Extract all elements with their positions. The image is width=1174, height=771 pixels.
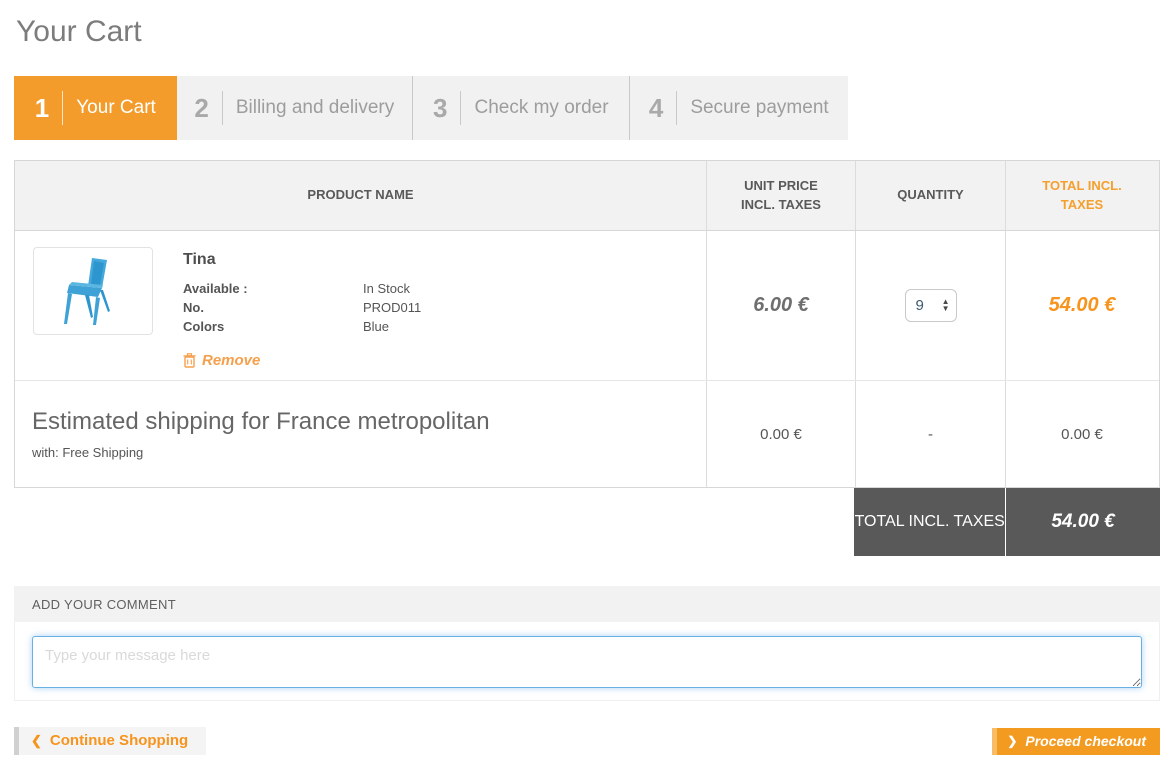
product-cell: Tina Available : In Stock No. PROD011 Co… [15,231,706,380]
step-check-order[interactable]: 3 Check my order [412,76,628,140]
proceed-checkout-label: Proceed checkout [1025,733,1146,749]
step-secure-payment[interactable]: 4 Secure payment [629,76,848,140]
unit-price-cell: 6.00 € [706,231,855,380]
cart-table-header: PRODUCT NAME UNIT PRICE INCL. TAXES QUAN… [15,161,1159,231]
remove-item-link[interactable]: Remove [183,352,260,369]
step-label: Check my order [474,97,608,119]
attribute-label: No. [183,298,363,317]
step-divider [222,91,223,125]
step-number: 2 [194,93,208,124]
grand-total-spacer [14,488,854,556]
unit-price-value: 6.00 € [753,294,809,317]
cart-page: Your Cart 1 Your Cart 2 Billing and deli… [14,14,1160,755]
shipping-cell: Estimated shipping for France metropolit… [15,381,706,487]
product-details: Tina Available : In Stock No. PROD011 Co… [183,247,421,373]
cart-table: PRODUCT NAME UNIT PRICE INCL. TAXES QUAN… [14,160,1160,488]
quantity-stepper[interactable]: 9 ▲▼ [905,289,957,322]
comment-heading: ADD YOUR COMMENT [14,586,1160,622]
footer-actions: ❮ Continue Shopping ❯ Proceed checkout [14,727,1160,755]
comment-section: ADD YOUR COMMENT [14,586,1160,701]
shipping-row: Estimated shipping for France metropolit… [15,381,1159,487]
comment-input[interactable] [32,636,1142,688]
step-your-cart[interactable]: 1 Your Cart [14,76,177,140]
product-thumbnail[interactable] [33,247,153,335]
shipping-unit-price-cell: 0.00 € [706,381,855,487]
grand-total-row: TOTAL INCL. TAXES 54.00 € [14,488,1160,556]
step-divider [62,91,63,125]
shipping-method: with: Free Shipping [32,445,143,460]
product-attribute: Colors Blue [183,317,421,336]
remove-label: Remove [202,352,260,369]
header-total: TOTAL INCL. TAXES [1005,161,1158,230]
header-unit-price: UNIT PRICE INCL. TAXES [706,161,855,230]
continue-shopping-label: Continue Shopping [50,732,188,749]
header-product-name: PRODUCT NAME [15,161,706,230]
product-attribute: No. PROD011 [183,298,421,317]
attribute-value: In Stock [363,279,410,298]
chevron-right-icon: ❯ [1007,734,1017,748]
shipping-total-cell: 0.00 € [1005,381,1158,487]
step-label: Your Cart [76,97,156,119]
header-quantity: QUANTITY [855,161,1005,230]
row-total-value: 54.00 € [1049,294,1116,317]
grand-total-value: 54.00 € [1005,488,1160,556]
proceed-checkout-button[interactable]: ❯ Proceed checkout [992,728,1160,755]
chair-image [45,254,141,328]
product-row: Tina Available : In Stock No. PROD011 Co… [15,231,1159,381]
attribute-label: Available : [183,279,363,298]
attribute-value: PROD011 [363,298,421,317]
shipping-total: 0.00 € [1061,426,1103,443]
attribute-label: Colors [183,317,363,336]
step-number: 3 [433,93,447,124]
checkout-steps: 1 Your Cart 2 Billing and delivery 3 Che… [14,76,848,140]
step-label: Secure payment [690,97,828,119]
product-attribute: Available : In Stock [183,279,421,298]
shipping-title: Estimated shipping for France metropolit… [32,408,490,436]
shipping-unit-price: 0.00 € [760,426,802,443]
step-number: 4 [649,93,663,124]
quantity-cell: 9 ▲▼ [855,231,1005,380]
chevron-left-icon: ❮ [31,733,42,749]
page-title: Your Cart [16,14,1160,50]
shipping-quantity: - [928,426,933,443]
shipping-quantity-cell: - [855,381,1005,487]
row-total-cell: 54.00 € [1005,231,1158,380]
comment-body [14,622,1160,701]
trash-icon [183,353,196,368]
continue-shopping-button[interactable]: ❮ Continue Shopping [14,727,206,755]
step-number: 1 [35,93,49,124]
attribute-value: Blue [363,317,389,336]
grand-total-label: TOTAL INCL. TAXES [854,488,1005,556]
quantity-value: 9 [916,297,942,314]
step-label: Billing and delivery [236,97,394,119]
step-divider [676,91,677,125]
step-divider [460,91,461,125]
step-billing-delivery[interactable]: 2 Billing and delivery [177,76,412,140]
product-name: Tina [183,251,421,269]
stepper-arrows-icon[interactable]: ▲▼ [942,299,950,313]
